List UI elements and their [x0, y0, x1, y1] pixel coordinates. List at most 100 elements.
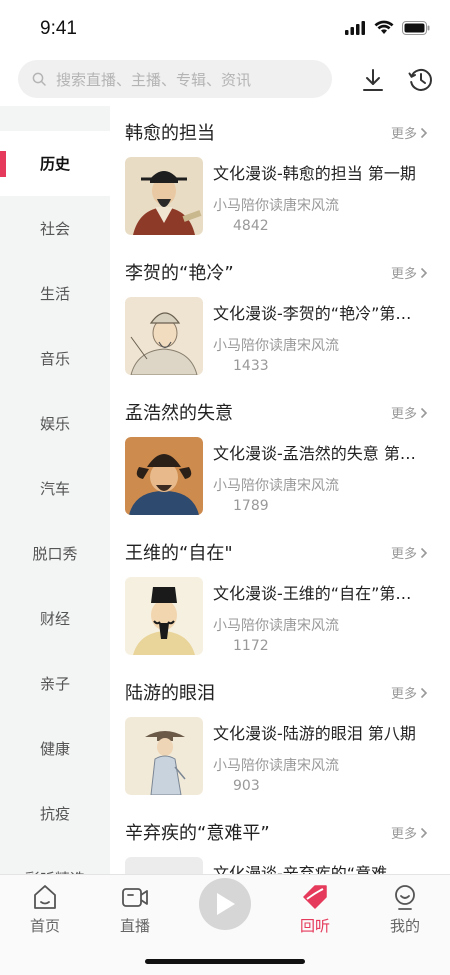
tab-mine[interactable]: 我的 [370, 883, 440, 943]
play-count-value: 1789 [233, 498, 269, 514]
tab-home[interactable]: 首页 [10, 883, 80, 943]
play-icon [217, 893, 235, 915]
play-count: 1433 [213, 358, 269, 374]
play-count-value: 903 [233, 778, 260, 794]
section-title: 孟浩然的失意 [125, 403, 233, 424]
category-sidebar: 历史 社会 生活 音乐 娱乐 汽车 脱口秀 财经 亲子 健康 抗疫 彩听精选 [0, 106, 110, 874]
album-section: 孟浩然的失意 更多 文化漫谈-孟浩然的失意 第… 小马陪你读唐宋风流 1789 [110, 386, 450, 526]
episode-title[interactable]: 文化漫谈-辛弃疾的“意难 [213, 860, 435, 874]
tab-replay-label: 回听 [299, 917, 330, 935]
play-count-value: 1172 [233, 638, 269, 654]
author-name: 小马陪你读唐宋风流 [213, 758, 339, 774]
section-title: 韩愈的担当 [125, 123, 215, 144]
sidebar-item-parenting[interactable]: 亲子 [0, 651, 110, 716]
headphones-icon [213, 499, 227, 513]
tab-mine-label: 我的 [389, 917, 420, 935]
episode-title[interactable]: 文化漫谈-孟浩然的失意 第… [213, 440, 435, 464]
battery-icon [402, 20, 430, 35]
wifi-icon [374, 20, 394, 34]
more-label: 更多 [390, 687, 417, 702]
author-name: 小马陪你读唐宋风流 [213, 338, 339, 354]
album-section: 王维的“自在" 更多 文化漫谈-王维的“自在”第… 小马陪你读唐宋风流 1172 [110, 526, 450, 666]
signal-icon [345, 20, 365, 35]
profile-icon [395, 885, 415, 910]
album-cover[interactable] [125, 157, 203, 235]
album-section: 陆游的眼泪 更多 文化漫谈-陆游的眼泪 第八期 小马陪你读唐宋风流 903 [110, 666, 450, 806]
sidebar-item-history[interactable]: 历史 [0, 131, 110, 196]
play-count: 903 [213, 778, 260, 794]
headphones-icon [213, 219, 227, 233]
search-input[interactable]: 搜索直播、主播、专辑、资讯 [18, 60, 332, 98]
author-name: 小马陪你读唐宋风流 [213, 618, 339, 634]
album-section: 辛弃疾的“意难平” 更多 文化漫谈-辛弃疾的“意难 [110, 806, 450, 874]
history-icon[interactable] [407, 66, 435, 94]
home-icon [34, 885, 56, 909]
episode-title[interactable]: 文化漫谈-李贺的“艳冷”第… [213, 300, 435, 324]
episode-title[interactable]: 文化漫谈-陆游的眼泪 第八期 [213, 720, 435, 744]
chevron-right-icon [420, 407, 428, 418]
play-count: 1789 [213, 498, 269, 514]
more-label: 更多 [390, 267, 417, 282]
album-cover[interactable] [125, 577, 203, 655]
chevron-right-icon [420, 687, 428, 698]
sidebar-item-finance[interactable]: 财经 [0, 586, 110, 651]
album-cover[interactable] [125, 857, 203, 874]
album-list: 韩愈的担当 更多 文化漫谈-韩愈的担当 第一期 小马陪你读唐宋风流 4842 李… [110, 106, 450, 874]
sidebar-item-society[interactable]: 社会 [0, 196, 110, 261]
tab-live[interactable]: 直播 [100, 883, 170, 943]
download-icon[interactable] [359, 66, 387, 94]
section-title: 辛弃疾的“意难平” [125, 823, 270, 844]
album-section: 韩愈的担当 更多 文化漫谈-韩愈的担当 第一期 小马陪你读唐宋风流 4842 [110, 106, 450, 246]
more-label: 更多 [390, 127, 417, 142]
sidebar-item-featured[interactable]: 彩听精选 [0, 846, 110, 874]
section-title: 陆游的眼泪 [125, 683, 215, 704]
section-title: 李贺的“艳冷” [125, 263, 234, 284]
more-link[interactable]: 更多 [391, 543, 428, 562]
chevron-right-icon [420, 547, 428, 558]
section-title: 王维的“自在" [125, 543, 233, 564]
author-name: 小马陪你读唐宋风流 [213, 478, 339, 494]
sidebar-item-auto[interactable]: 汽车 [0, 456, 110, 521]
search-placeholder: 搜索直播、主播、专辑、资讯 [56, 70, 252, 89]
tab-replay[interactable]: 回听 [280, 883, 350, 943]
more-label: 更多 [390, 827, 417, 842]
more-link[interactable]: 更多 [391, 263, 428, 282]
more-label: 更多 [390, 547, 417, 562]
chevron-right-icon [420, 127, 428, 138]
headphones-icon [213, 359, 227, 373]
tab-live-label: 直播 [119, 917, 150, 935]
album-cover[interactable] [125, 437, 203, 515]
more-link[interactable]: 更多 [391, 823, 428, 842]
search-icon [32, 72, 46, 86]
sidebar-item-talkshow[interactable]: 脱口秀 [0, 521, 110, 586]
headphones-icon [213, 779, 227, 793]
play-count-value: 4842 [233, 218, 269, 234]
sidebar-item-life[interactable]: 生活 [0, 261, 110, 326]
tab-home-label: 首页 [29, 917, 60, 935]
chevron-right-icon [420, 827, 428, 838]
status-bar: 9:41 [0, 0, 450, 56]
episode-title[interactable]: 文化漫谈-韩愈的担当 第一期 [213, 160, 435, 184]
more-link[interactable]: 更多 [391, 123, 428, 142]
home-indicator [145, 959, 305, 964]
top-bar: 搜索直播、主播、专辑、资讯 [0, 60, 450, 100]
play-count: 4842 [213, 218, 269, 234]
play-count-value: 1433 [233, 358, 269, 374]
album-cover[interactable] [125, 297, 203, 375]
more-label: 更多 [390, 407, 417, 422]
more-link[interactable]: 更多 [391, 403, 428, 422]
episode-title[interactable]: 文化漫谈-王维的“自在”第… [213, 580, 435, 604]
sidebar-item-health[interactable]: 健康 [0, 716, 110, 781]
author-name: 小马陪你读唐宋风流 [213, 198, 339, 214]
status-icons [344, 20, 430, 35]
sidebar-item-music[interactable]: 音乐 [0, 326, 110, 391]
album-section: 李贺的“艳冷” 更多 文化漫谈-李贺的“艳冷”第… 小马陪你读唐宋风流 1433 [110, 246, 450, 386]
chevron-right-icon [420, 267, 428, 278]
sidebar-item-entertainment[interactable]: 娱乐 [0, 391, 110, 456]
sidebar-item-antiepidemic[interactable]: 抗疫 [0, 781, 110, 846]
play-count: 1172 [213, 638, 269, 654]
album-cover[interactable] [125, 717, 203, 795]
center-play-button[interactable] [199, 878, 251, 930]
more-link[interactable]: 更多 [391, 683, 428, 702]
status-time: 9:41 [40, 18, 77, 39]
